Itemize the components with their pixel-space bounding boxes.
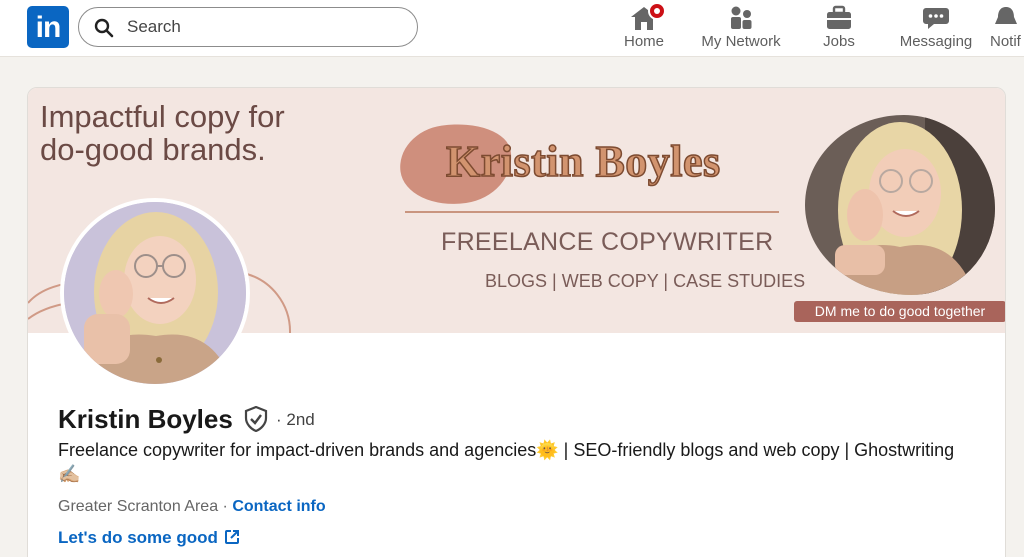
profile-name: Kristin Boyles [58, 404, 233, 434]
nav-my-network[interactable]: My Network [696, 0, 786, 57]
top-nav: in Home My Network [0, 0, 1024, 57]
banner-dm-note: DM me to do good together [794, 301, 1005, 322]
website-link[interactable]: Let's do some good [58, 528, 240, 548]
profile-headline: Freelance copywriter for impact-driven b… [58, 440, 955, 484]
nav-my-network-label: My Network [701, 33, 781, 50]
nav-home-label: Home [623, 33, 664, 50]
profile-card: Impactful copy for do-good brands. Krist… [27, 87, 1006, 557]
banner-services: BLOGS | WEB COPY | CASE STUDIES [485, 271, 806, 291]
website-link-label: Let's do some good [58, 528, 218, 547]
nav-notifications[interactable]: Notif [988, 0, 1024, 57]
chat-icon [922, 5, 950, 31]
nav-messaging-label: Messaging [899, 33, 973, 50]
notification-badge [648, 2, 666, 20]
nav-messaging[interactable]: Messaging [894, 0, 978, 57]
banner-title: FREELANCE COPYWRITER [441, 228, 774, 256]
nav-notifications-label: Notif [990, 33, 1021, 50]
external-link-icon [224, 530, 239, 544]
nav-jobs-label: Jobs [823, 33, 855, 50]
contact-info-link[interactable]: Contact info [232, 498, 325, 515]
search-icon [94, 18, 114, 38]
nav-jobs[interactable]: Jobs [812, 0, 866, 57]
search-bar[interactable] [78, 7, 418, 47]
banner-divider [405, 211, 779, 213]
banner-photo [805, 115, 995, 295]
home-icon [630, 2, 666, 31]
nav-home[interactable]: Home [616, 0, 672, 57]
banner-name: Kristin Boyles [445, 136, 721, 187]
search-input[interactable] [127, 16, 407, 38]
profile-avatar[interactable] [60, 198, 250, 388]
briefcase-icon [825, 5, 853, 31]
profile-location-row: Greater Scranton Area · Contact info [58, 498, 326, 516]
connection-degree: · 2nd [276, 410, 315, 429]
linkedin-logo[interactable]: in [27, 6, 69, 48]
verified-shield-icon[interactable] [244, 406, 268, 432]
banner-tagline-line2: do-good brands. [40, 132, 266, 167]
banner-tagline-line1: Impactful copy for [40, 99, 285, 134]
bell-icon [992, 5, 1020, 31]
people-icon [727, 5, 755, 31]
profile-location: Greater Scranton Area · [58, 498, 228, 515]
banner-tagline: Impactful copy for do-good brands. [40, 100, 370, 166]
